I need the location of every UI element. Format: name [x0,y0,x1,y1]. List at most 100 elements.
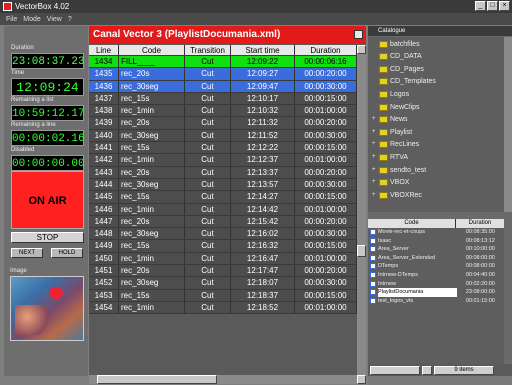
folder-item[interactable]: CD_Pages [372,64,424,74]
expand-icon[interactable] [372,92,377,97]
item-checkbox[interactable] [370,263,376,270]
table-row[interactable]: 1453 rec_15s Cut 12:18:37 00:00:15:00 [89,289,357,302]
list-item[interactable]: PlaylistDocumania 23:08:00:00 [368,288,504,297]
expand-icon[interactable]: + [372,141,377,147]
folder-item[interactable]: CD_DATA [372,52,422,62]
table-row[interactable]: 1446 rec_1min Cut 12:14:42 00:01:00:00 [89,203,357,216]
col-transition[interactable]: Transition [185,45,231,55]
expand-icon[interactable] [372,105,377,110]
scroll-up-arrow[interactable] [357,45,366,54]
expand-icon[interactable]: + [372,129,377,135]
list-item[interactable]: Area_Server 00:10:00:00 [368,245,504,254]
folder-icon [379,90,388,98]
line-cell: 1449 [89,240,119,252]
table-row[interactable]: 1439 rec_20s Cut 12:11:32 00:00:20:00 [89,117,357,130]
table-row[interactable]: 1450 rec_1min Cut 12:16:47 00:01:00:00 [89,252,357,266]
on-air-indicator[interactable]: ON AIR [11,171,84,229]
panel-toggle-button[interactable] [354,30,363,39]
expand-icon[interactable] [372,42,377,47]
playlist-vertical-scrollbar[interactable] [357,45,366,384]
table-row[interactable]: 1437 rec_15s Cut 12:10:17 00:00:15:00 [89,92,357,106]
table-row[interactable]: 1438 rec_1min Cut 12:10:32 00:01:00:00 [89,105,357,118]
folder-item[interactable]: + Playlist [372,127,412,137]
folder-item[interactable]: + RTVA [372,152,408,162]
expand-icon[interactable]: + [372,154,377,160]
list-item[interactable]: test_logos_vts 00:01:15:00 [368,297,504,306]
playlist-horizontal-scrollbar[interactable] [89,375,357,384]
menu-help[interactable]: ? [68,16,72,23]
table-row[interactable]: 1449 rec_15s Cut 12:16:32 00:00:15:00 [89,240,357,253]
folder-item[interactable]: Logos [372,89,409,99]
close-button[interactable]: × [499,1,510,11]
list-item[interactable]: Isaac 00:08:13:12 [368,237,504,246]
folder-item[interactable]: batchfiles [372,39,420,49]
list-item[interactable]: Area_Server_Extended 00:08:00:00 [368,254,504,263]
hold-button[interactable]: HOLD [51,248,83,258]
stop-button[interactable]: STOP [11,232,84,243]
menu-file[interactable]: File [6,16,17,23]
item-checkbox[interactable] [370,246,376,253]
item-checkbox[interactable] [370,289,376,296]
maximize-button[interactable]: □ [487,1,498,11]
table-row[interactable]: 1443 rec_20s Cut 12:13:37 00:00:20:00 [89,166,357,179]
expand-icon[interactable] [372,67,377,72]
col-duration[interactable]: Duration [456,219,504,228]
table-row[interactable]: 1444 rec_30seg Cut 12:13:57 00:00:30:00 [89,178,357,192]
folder-item[interactable]: CD_Templates [372,77,436,87]
table-row[interactable]: 1452 rec_30seg Cut 12:18:07 00:00:30:00 [89,277,357,290]
refresh-button[interactable] [422,365,432,375]
table-row[interactable]: 1442 rec_1min Cut 12:12:37 00:01:00:00 [89,154,357,167]
expand-icon[interactable]: + [372,179,377,185]
table-row[interactable]: 1440 rec_30seg Cut 12:11:52 00:00:30:00 [89,129,357,143]
menu-mode[interactable]: Mode [23,16,41,23]
scroll-thumb[interactable] [357,245,366,257]
list-item[interactable]: Movie-rec-et-coups 00:08:35:00 [368,228,504,237]
table-row[interactable]: 1436 rec_30seg Cut 12:09:47 00:00:30:00 [89,80,357,93]
col-code[interactable]: Code [119,45,185,55]
expand-icon[interactable]: + [372,167,377,173]
folder-item[interactable]: + VBOX [372,178,409,188]
scroll-down-arrow[interactable] [357,375,366,384]
col-line[interactable]: Line [89,45,119,55]
expand-icon[interactable] [372,79,377,84]
table-row[interactable]: 1451 rec_20s Cut 12:17:47 00:00:20:00 [89,265,357,278]
folder-item[interactable]: + News [372,115,408,125]
menu-view[interactable]: View [47,16,62,23]
horizontal-scroll-thumb[interactable] [97,375,217,384]
col-code[interactable]: Code [368,219,456,228]
item-checkbox[interactable] [370,254,376,261]
line-cell: 1442 [89,154,119,166]
expand-icon[interactable] [372,54,377,59]
table-row[interactable]: 1448 rec_30seg Cut 12:16:02 00:00:30:00 [89,228,357,241]
list-item[interactable]: DTemps 00:08:00:00 [368,262,504,271]
col-duration[interactable]: Duration [295,45,357,55]
table-row[interactable]: 1445 rec_15s Cut 12:14:27 00:00:15:00 [89,191,357,204]
filter-field[interactable] [370,365,420,375]
list-item[interactable]: Intrnew 00:02:20:00 [368,280,504,289]
folder-item[interactable]: + sendto_test [372,165,426,175]
table-row[interactable]: 1435 rec_20s Cut 12:09:27 00:00:20:00 [89,68,357,81]
line-cell: 1439 [89,117,119,129]
folder-item[interactable]: + VBOXRec [372,190,422,200]
expand-icon[interactable]: + [372,192,377,198]
table-row[interactable]: 1434 FILL____ Cut 12:09:22 00:00:06:16 [89,56,357,69]
table-row[interactable]: 1447 rec_20s Cut 12:15:42 00:00:20:00 [89,215,357,229]
col-start-time[interactable]: Start time [231,45,295,55]
item-checkbox[interactable] [370,229,376,235]
folder-item[interactable]: + RecLines [372,140,419,150]
list-item[interactable]: Intrnew-DTemps 00:04:40:00 [368,271,504,280]
disabled-label: Disabled [11,147,35,153]
table-row[interactable]: 1441 rec_15s Cut 12:12:22 00:00:15:00 [89,142,357,155]
table-row[interactable]: 1454 rec_1min Cut 12:18:52 00:01:00:00 [89,301,357,315]
duration-cell: 00:00:30:00 [295,277,357,289]
item-checkbox[interactable] [370,297,376,304]
minimize-button[interactable]: _ [475,1,486,11]
expand-icon[interactable]: + [372,116,377,122]
tree-scrollbar[interactable] [504,37,512,212]
folder-item[interactable]: NewClips [372,102,420,112]
item-checkbox[interactable] [370,271,376,278]
item-checkbox[interactable] [370,237,376,244]
item-checkbox[interactable] [370,280,376,287]
next-button[interactable]: NEXT [11,248,43,258]
transition-cell: Cut [185,215,231,228]
